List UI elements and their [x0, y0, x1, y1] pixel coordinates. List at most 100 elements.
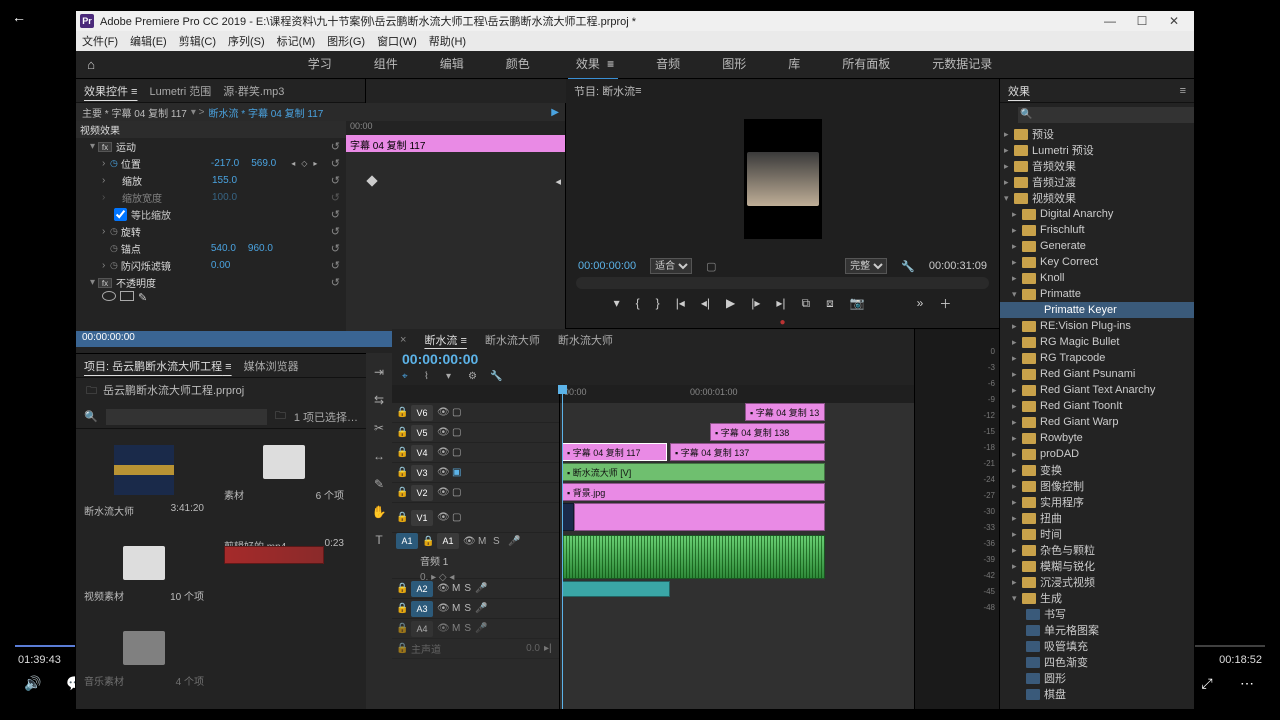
fx-badge-icon[interactable]: fx — [98, 278, 112, 288]
tab-project[interactable]: 项目: 岳云鹏断水流大师工程 ≡ — [84, 358, 232, 374]
linked-selection-icon[interactable]: ⌇ — [424, 371, 438, 385]
clip-v4-selected[interactable]: ▪ 字幕 04 复制 117 — [562, 443, 667, 461]
fx-item[interactable]: 单元格图案 — [1044, 622, 1099, 638]
reset-icon[interactable]: ↺ — [331, 225, 340, 238]
add-keyframe-icon[interactable]: ◇ — [301, 159, 307, 168]
fx-folder[interactable]: 图像控制 — [1040, 478, 1084, 494]
lock-icon[interactable]: 🔒 — [396, 447, 407, 458]
timeline-tab-1[interactable]: 断水流 ≡ — [424, 332, 466, 348]
reset-icon[interactable]: ↺ — [331, 259, 340, 272]
track-v5-target[interactable]: V5 — [411, 425, 433, 441]
effects-search-input[interactable] — [1018, 107, 1194, 123]
track-a2-target[interactable]: A2 — [411, 581, 433, 597]
playhead[interactable] — [562, 385, 563, 709]
type-tool-icon[interactable]: T — [371, 533, 387, 549]
minimize-button[interactable]: — — [1094, 14, 1126, 28]
menu-edit[interactable]: 编辑(E) — [130, 33, 167, 49]
go-out-icon[interactable]: ▸| — [776, 296, 785, 310]
maximize-button[interactable]: ☐ — [1126, 14, 1158, 28]
workspace-library[interactable]: 库 — [784, 49, 804, 80]
track-v6-target[interactable]: V6 — [411, 405, 433, 421]
add-button-icon[interactable]: ＋ — [939, 295, 951, 312]
ec-position-x[interactable]: -217.0 — [211, 158, 239, 169]
fx-folder[interactable]: Red Giant Psunami — [1040, 368, 1135, 380]
mark-in-icon[interactable]: ▾ — [614, 296, 620, 310]
home-icon[interactable]: ⌂ — [76, 57, 106, 72]
fx-folder[interactable]: Red Giant ToonIt — [1040, 400, 1122, 412]
snap-icon[interactable]: ⌖ — [402, 371, 416, 385]
fx-primatte-keyer[interactable]: Primatte Keyer — [1044, 304, 1117, 316]
button-editor-icon[interactable]: » — [917, 296, 924, 310]
fx-folder[interactable]: Generate — [1040, 240, 1086, 252]
program-resolution-select[interactable]: 完整 — [845, 258, 887, 274]
fx-folder[interactable]: Frischluft — [1040, 224, 1085, 236]
mask-pen-icon[interactable]: ✎ — [138, 291, 152, 301]
reset-icon[interactable]: ↺ — [331, 174, 340, 187]
timeline-timecode[interactable]: 00:00:00:00 — [402, 351, 904, 367]
a1-source[interactable]: A1 — [396, 533, 418, 549]
set-out-icon[interactable]: } — [656, 296, 660, 310]
reset-icon[interactable]: ↺ — [331, 208, 340, 221]
fx-folder[interactable]: RG Trapcode — [1040, 352, 1105, 364]
reset-icon[interactable]: ↺ — [331, 157, 340, 170]
fx-item[interactable]: 四色渐变 — [1044, 654, 1088, 670]
workspace-color[interactable]: 颜色 — [502, 49, 534, 80]
fx-lumetri-presets[interactable]: Lumetri 预设 — [1032, 142, 1094, 158]
export-frame-icon[interactable]: 📷 — [850, 296, 865, 310]
fx-item[interactable]: 吸管填充 — [1044, 638, 1088, 654]
fx-item[interactable]: 棋盘 — [1044, 686, 1066, 702]
track-select-tool-icon[interactable]: ⇥ — [371, 365, 387, 381]
workspace-audio[interactable]: 音频 — [652, 49, 684, 80]
fx-folder[interactable]: RE:Vision Plug-ins — [1040, 320, 1131, 332]
workspace-learn[interactable]: 学习 — [304, 49, 336, 80]
reset-icon[interactable]: ↺ — [331, 276, 340, 289]
tab-effect-controls[interactable]: 效果控件 ≡ — [84, 83, 137, 99]
project-item-bin[interactable]: 视频素材10 个项 — [84, 538, 204, 603]
clip-v4b[interactable]: ▪ 字幕 04 复制 137 — [670, 443, 825, 461]
ripple-tool-icon[interactable]: ⇆ — [371, 393, 387, 409]
program-timecode-left[interactable]: 00:00:00:00 — [578, 260, 636, 272]
close-button[interactable]: ✕ — [1158, 14, 1190, 28]
fx-folder[interactable]: Red Giant Warp — [1040, 416, 1118, 428]
workspace-editing[interactable]: 编辑 — [436, 49, 468, 80]
fx-folder-primatte[interactable]: Primatte — [1040, 288, 1081, 300]
project-item-bin[interactable]: 音乐素材4 个项 — [84, 623, 204, 688]
lock-icon[interactable]: 🔒 — [396, 487, 407, 498]
ec-keyframe-ruler[interactable]: 00:00 — [346, 121, 565, 135]
ec-antiflicker-value[interactable]: 0.00 — [211, 260, 230, 271]
wrench-icon[interactable]: 🔧 — [901, 260, 915, 273]
lock-icon[interactable]: 🔒 — [396, 467, 407, 478]
clip-v3[interactable]: ▪ 断水流大师 [V] — [562, 463, 825, 481]
menu-graphics[interactable]: 图形(G) — [327, 33, 365, 49]
track-a3-target[interactable]: A3 — [411, 601, 433, 617]
project-item-sequence[interactable]: 断水流大师3:41:20 — [84, 437, 204, 518]
fx-folder-generate[interactable]: 生成 — [1040, 590, 1062, 606]
fx-folder[interactable]: 扭曲 — [1040, 510, 1062, 526]
track-v4-target[interactable]: V4 — [411, 445, 433, 461]
set-in-icon[interactable]: { — [636, 296, 640, 310]
prev-keyframe-icon[interactable]: ◂ — [291, 159, 295, 168]
menu-clip[interactable]: 剪辑(C) — [179, 33, 216, 49]
reset-icon[interactable]: ↺ — [331, 191, 340, 204]
workspace-effects[interactable]: 效果 ≡ — [568, 49, 618, 80]
pen-tool-icon[interactable]: ✎ — [371, 477, 387, 493]
fx-folder[interactable]: Digital Anarchy — [1040, 208, 1113, 220]
reset-icon[interactable]: ↺ — [331, 242, 340, 255]
program-tab[interactable]: 节目: 断水流 — [574, 83, 635, 99]
slip-tool-icon[interactable]: ↔ — [371, 449, 387, 465]
fx-folder[interactable]: RG Magic Bullet — [1040, 336, 1119, 348]
volume-icon[interactable]: 🔊 — [24, 674, 42, 692]
settings-icon[interactable]: ⚙ — [468, 371, 482, 385]
keyframe-nav-icon[interactable]: ◂ — [555, 175, 561, 188]
marker-icon[interactable]: ▾ — [446, 371, 460, 385]
ec-uniform-scale-checkbox[interactable] — [114, 208, 127, 221]
play-icon[interactable]: ▶ — [726, 296, 735, 310]
clip-v1-thumb[interactable] — [562, 503, 574, 531]
fx-folder[interactable]: proDAD — [1040, 448, 1079, 460]
fx-presets[interactable]: 预设 — [1032, 126, 1054, 142]
fx-folder[interactable]: Red Giant Text Anarchy — [1040, 384, 1155, 396]
project-search-input[interactable] — [106, 409, 267, 425]
workspace-metadata[interactable]: 元数据记录 — [928, 49, 996, 80]
program-scrubber[interactable] — [576, 277, 989, 289]
track-v2-target[interactable]: V2 — [411, 485, 433, 501]
